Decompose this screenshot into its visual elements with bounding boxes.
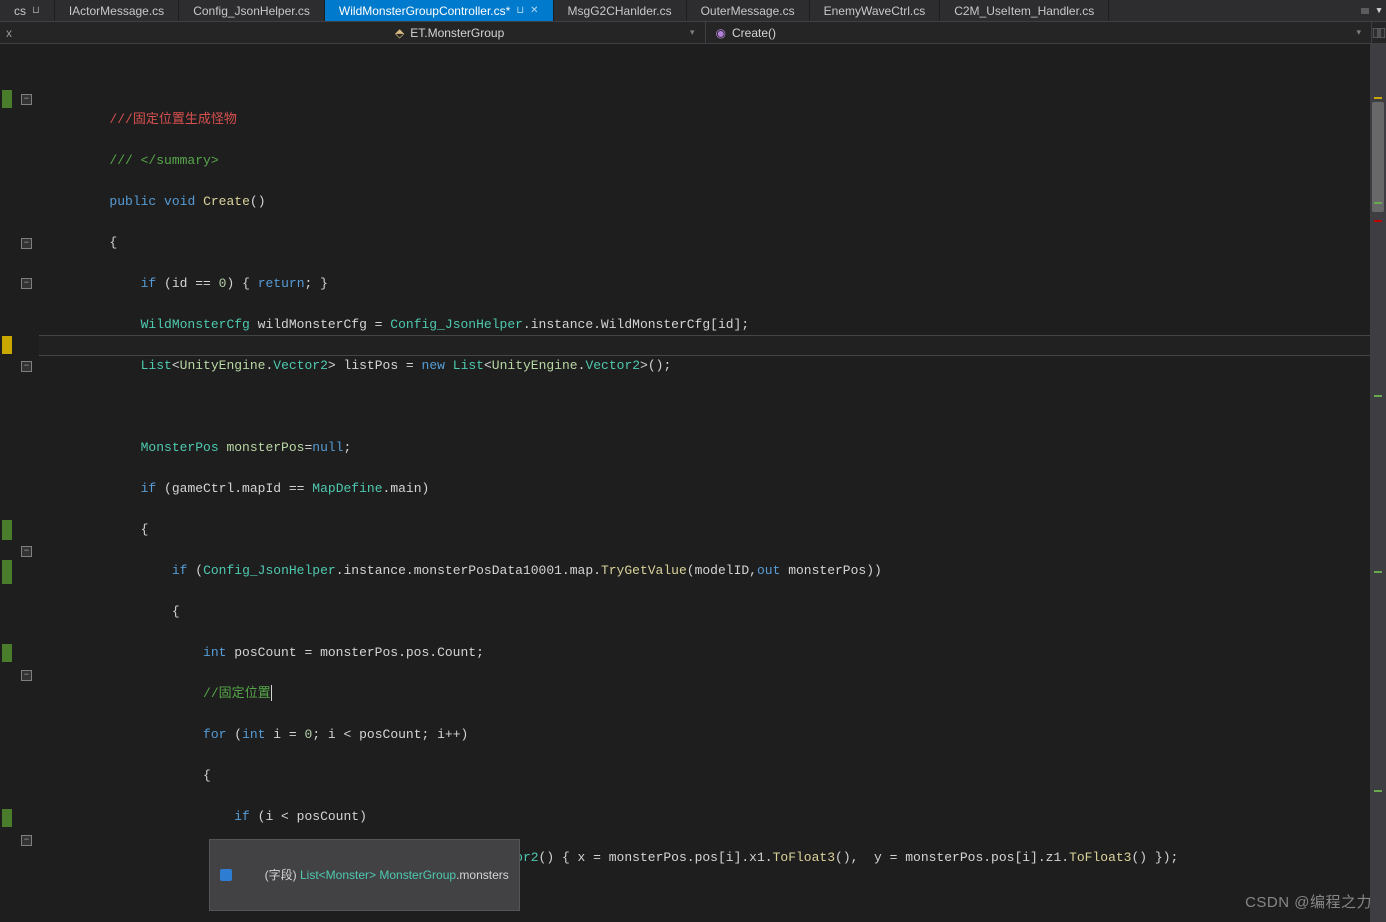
tab-overflow[interactable] (1358, 0, 1372, 21)
pin-icon[interactable]: ⊔ (516, 5, 524, 16)
nav-member-label: Create() (732, 26, 776, 40)
tooltip-kind: (字段) (265, 868, 300, 882)
tooltip-member: .monsters (456, 868, 509, 882)
field-icon (220, 869, 232, 881)
fold-toggle[interactable]: − (21, 278, 32, 289)
text-cursor (271, 685, 272, 701)
vertical-scrollbar[interactable] (1370, 44, 1386, 922)
current-line-highlight (39, 335, 1370, 356)
nav-member[interactable]: ◉ Create() ▾ (706, 22, 1373, 43)
tab-label: IActorMessage.cs (69, 4, 164, 18)
tab-dropdown[interactable]: ▾ (1372, 0, 1386, 21)
code-editor[interactable]: − − − − − − − ///固定位置生成怪物 /// </summary>… (0, 44, 1386, 922)
tab-label: EnemyWaveCtrl.cs (824, 4, 926, 18)
code-area[interactable]: ///固定位置生成怪物 /// </summary> public void C… (39, 44, 1370, 922)
fold-gutter: − − − − − − − (15, 44, 39, 922)
fold-toggle[interactable]: − (21, 835, 32, 846)
intellisense-tooltip: (字段) List<Monster> MonsterGroup.monsters (209, 839, 520, 911)
tab-label: WildMonsterGroupController.cs* (339, 4, 510, 18)
tab-wildmonstergroupcontroller[interactable]: WildMonsterGroupController.cs* ⊔ ✕ (325, 0, 554, 21)
nav-namespace[interactable]: ⬘ ET.MonsterGroup ▾ (39, 22, 706, 43)
tab-configjsonhelper[interactable]: Config_JsonHelper.cs (179, 0, 325, 21)
tab-iactormessage[interactable]: IActorMessage.cs (55, 0, 179, 21)
fold-toggle[interactable]: − (21, 361, 32, 372)
tab-label: C2M_UseItem_Handler.cs (954, 4, 1094, 18)
fold-toggle[interactable]: − (21, 546, 32, 557)
watermark: CSDN @编程之力 (1245, 891, 1372, 912)
fold-toggle[interactable]: − (21, 238, 32, 249)
tab-enemywavectrl[interactable]: EnemyWaveCtrl.cs (810, 0, 941, 21)
tab-label: Config_JsonHelper.cs (193, 4, 310, 18)
marker-gutter (0, 44, 15, 922)
tab-label: MsgG2CHanlder.cs (568, 4, 672, 18)
close-icon[interactable]: ✕ (530, 5, 538, 16)
fold-toggle[interactable]: − (21, 94, 32, 105)
chevron-down-icon: ▾ (1356, 27, 1361, 38)
pin-icon[interactable]: ⊔ (32, 5, 40, 16)
tooltip-signature: List<Monster> MonsterGroup (300, 868, 456, 882)
tab-outermessage[interactable]: OuterMessage.cs (687, 0, 810, 21)
fold-toggle[interactable]: − (21, 670, 32, 681)
nav-bar: x ⬘ ET.MonsterGroup ▾ ◉ Create() ▾ (0, 22, 1386, 44)
split-view-icon[interactable] (1372, 28, 1386, 38)
tab-msgg2chandler[interactable]: MsgG2CHanlder.cs (554, 0, 687, 21)
scrollbar-markers (1374, 44, 1382, 922)
tab-c2museitemhandler[interactable]: C2M_UseItem_Handler.cs (940, 0, 1109, 21)
tab-cs[interactable]: cs ⊔ (0, 0, 55, 21)
nav-left[interactable]: x (0, 26, 39, 40)
chevron-down-icon: ▾ (690, 27, 695, 38)
tab-bar: cs ⊔ IActorMessage.cs Config_JsonHelper.… (0, 0, 1386, 22)
nav-namespace-label: ET.MonsterGroup (410, 26, 504, 40)
tab-label: OuterMessage.cs (701, 4, 795, 18)
tab-label: cs (14, 4, 26, 18)
